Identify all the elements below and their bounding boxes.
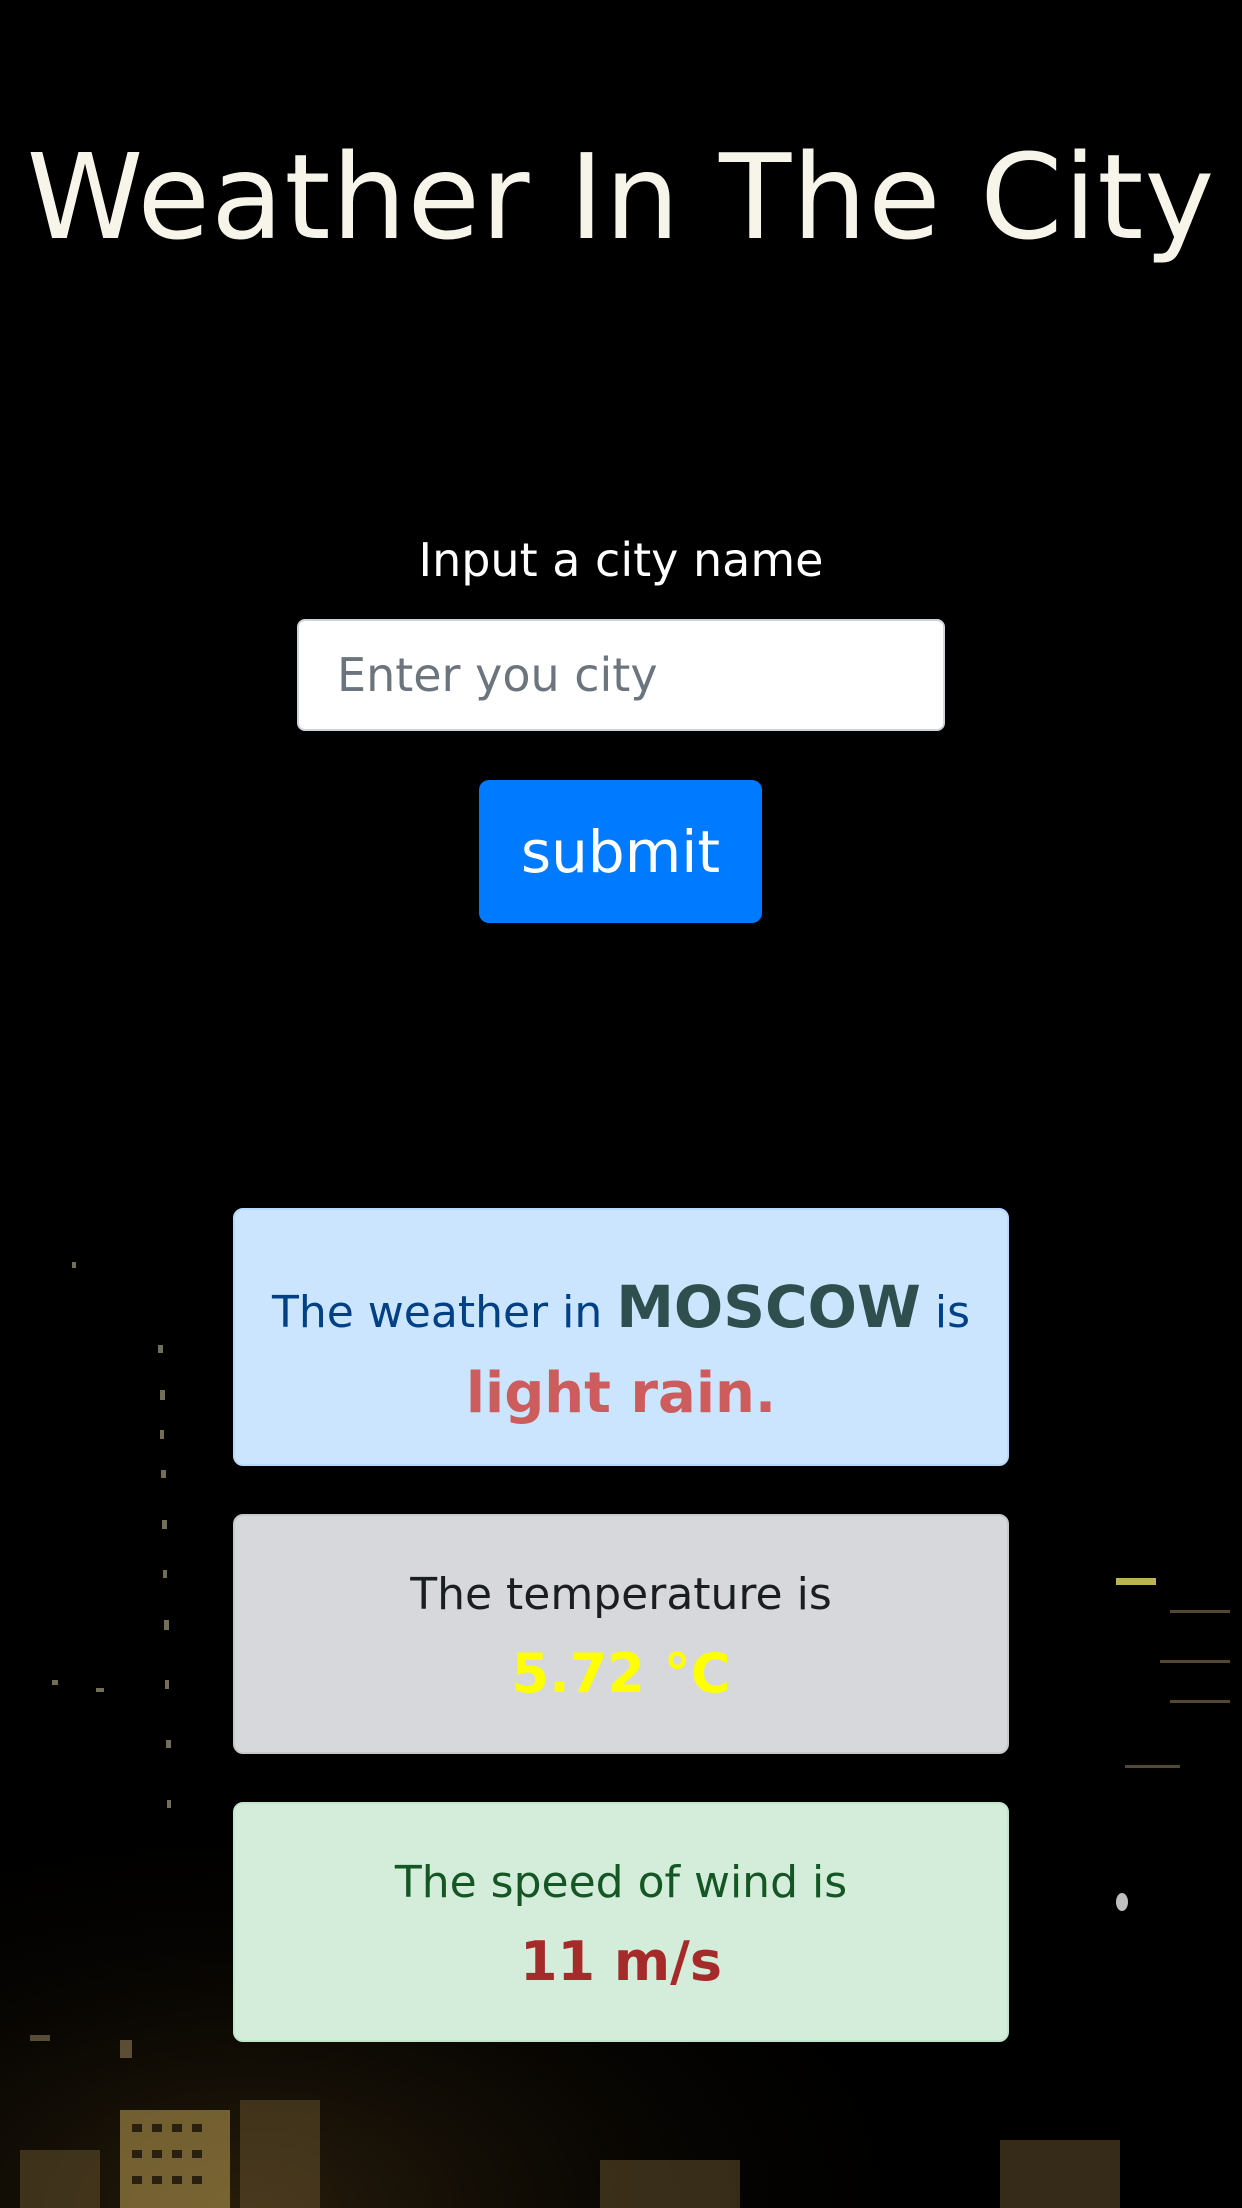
temperature-label: The temperature is (410, 1569, 832, 1620)
wind-speed-card: The speed of wind is 11 m/s (233, 1802, 1009, 2042)
temperature-card: The temperature is 5.72 °C (233, 1514, 1009, 1754)
submit-button[interactable]: submit (479, 780, 762, 923)
weather-page: Weather In The City Input a city name su… (0, 0, 1242, 2208)
weather-sentence: The weather in MOSCOW is (235, 1272, 1007, 1348)
weather-description-card: The weather in MOSCOW is light rain. (233, 1208, 1009, 1466)
temperature-value: 5.72 °C (511, 1642, 731, 1705)
city-input-label: Input a city name (418, 533, 824, 587)
wind-speed-label: The speed of wind is (394, 1857, 848, 1908)
wind-speed-value: 11 m/s (519, 1930, 723, 1993)
weather-suffix-text: is (920, 1287, 971, 1338)
city-search-input[interactable] (297, 619, 945, 731)
city-name: MOSCOW (616, 1273, 921, 1341)
weather-description-value: light rain. (465, 1361, 777, 1426)
weather-prefix-text: The weather in (271, 1287, 617, 1338)
page-title: Weather In The City (26, 128, 1216, 266)
